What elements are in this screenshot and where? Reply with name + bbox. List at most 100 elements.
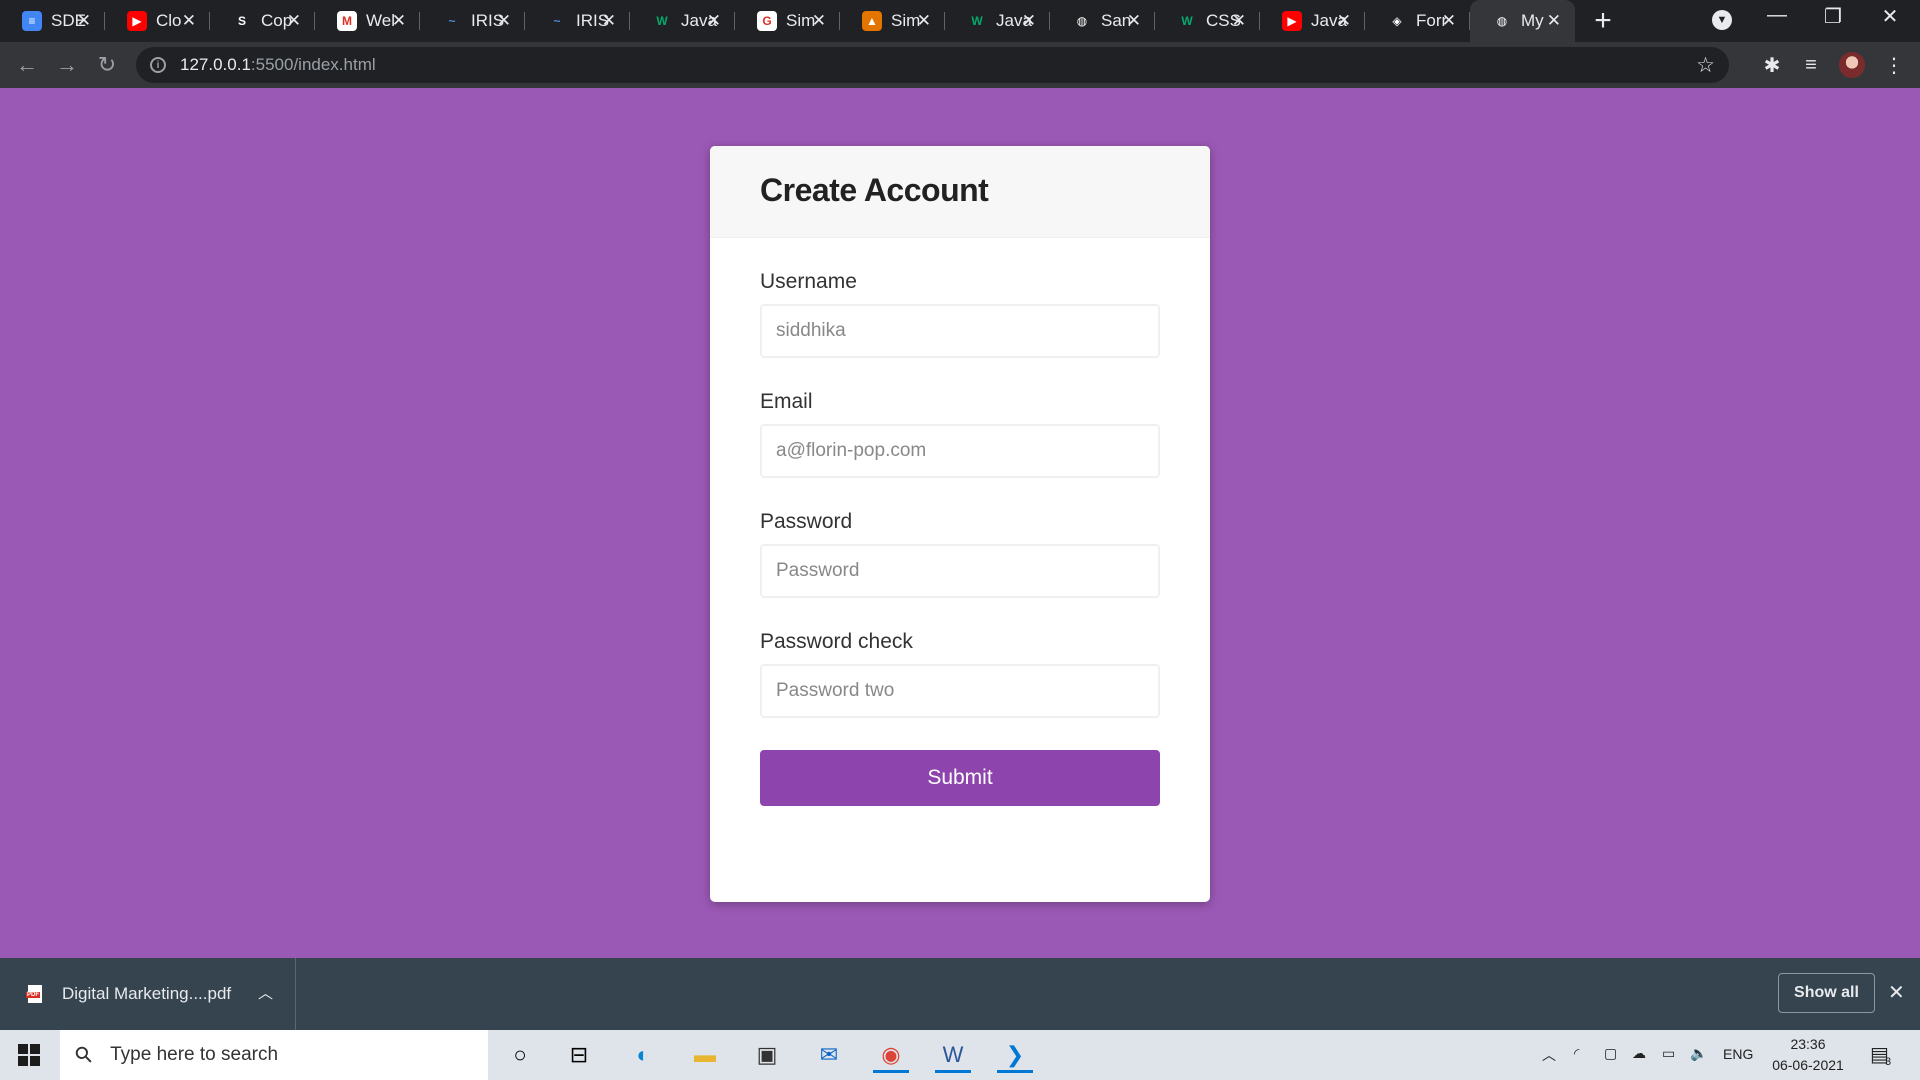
card-header: Create Account (710, 146, 1210, 238)
tab-close-icon[interactable]: ✕ (392, 11, 406, 31)
browser-tab[interactable]: S Cop ✕ (210, 0, 315, 42)
tab-close-icon[interactable]: ✕ (707, 11, 721, 31)
windows-start-icon[interactable] (18, 1044, 40, 1066)
globe-icon: ◍ (1072, 11, 1092, 31)
browser-tab[interactable]: ◈ Forr ✕ (1365, 0, 1470, 42)
cortana-icon[interactable]: ○ (502, 1037, 538, 1073)
iris-icon: ~ (547, 11, 567, 31)
browser-tab[interactable]: W Java ✕ (945, 0, 1050, 42)
create-account-form: Username Email Password Password check S… (710, 238, 1210, 806)
store-icon[interactable]: ▣ (749, 1037, 785, 1073)
tray-chevron-up-icon[interactable]: ︿ (1542, 1045, 1556, 1065)
browser-tab[interactable]: W CSS ✕ (1155, 0, 1260, 42)
browser-tab[interactable]: W Java ✕ (630, 0, 735, 42)
globe-icon: ◍ (1492, 11, 1512, 31)
search-placeholder: Type here to search (110, 1044, 279, 1065)
close-window-button[interactable]: ✕ (1862, 4, 1918, 29)
forward-icon[interactable]: → (52, 50, 82, 80)
docs-icon: ≡ (22, 11, 42, 31)
tab-close-icon[interactable]: ✕ (77, 11, 91, 31)
close-downloads-icon[interactable]: ✕ (1888, 980, 1905, 1005)
file-explorer-icon[interactable]: ▬ (687, 1037, 723, 1073)
menu-kebab-icon[interactable]: ⋮ (1880, 51, 1908, 79)
username-field: Username (760, 270, 1160, 358)
password-input[interactable] (760, 544, 1160, 598)
vscode-icon[interactable]: ❯ (997, 1037, 1033, 1073)
email-input[interactable] (760, 424, 1160, 478)
meet-icon[interactable]: ▢ (1604, 1045, 1617, 1062)
volume-icon[interactable]: 🔈 (1690, 1045, 1707, 1062)
tab-close-icon[interactable]: ✕ (1442, 11, 1456, 31)
password-check-field: Password check (760, 630, 1160, 718)
search-icon: ⚲ (69, 1040, 99, 1070)
downloads-bar: Digital Marketing....pdf ︿ Show all ✕ (0, 958, 1920, 1030)
youtube-icon: ▶ (127, 11, 147, 31)
download-item[interactable]: Digital Marketing....pdf ︿ (0, 958, 296, 1030)
browser-tab[interactable]: ~ IRIS ✕ (525, 0, 630, 42)
tab-close-icon[interactable]: ✕ (497, 11, 511, 31)
browser-tab[interactable]: ◍ San ✕ (1050, 0, 1155, 42)
tab-close-icon[interactable]: ✕ (287, 11, 301, 31)
browser-tab[interactable]: ▶ Java ✕ (1260, 0, 1365, 42)
browser-tab[interactable]: M Wel ✕ (315, 0, 420, 42)
browser-tab[interactable]: G Sim ✕ (735, 0, 840, 42)
profile-avatar[interactable] (1839, 52, 1865, 78)
taskbar-search-box[interactable]: ⚲ Type here to search (60, 1030, 488, 1080)
tab-close-icon[interactable]: ✕ (1232, 11, 1246, 31)
task-view-icon[interactable]: ⊟ (561, 1037, 597, 1073)
restore-button[interactable]: ❐ (1805, 4, 1861, 29)
pdf-file-icon (26, 985, 42, 1003)
clock-time: 23:36 (1790, 1036, 1826, 1052)
bookmark-star-icon[interactable]: ☆ (1696, 53, 1715, 78)
tab-close-icon[interactable]: ✕ (1547, 11, 1561, 31)
url-path: :5500/index.html (250, 55, 376, 74)
notification-count-badge: 3 (1885, 1056, 1892, 1068)
extensions-icon[interactable]: ✱ (1758, 51, 1786, 79)
system-clock[interactable]: 23:36 06-06-2021 (1763, 1034, 1853, 1076)
new-tab-button[interactable]: + (1589, 4, 1617, 38)
username-input[interactable] (760, 304, 1160, 358)
reload-icon[interactable]: ↻ (92, 50, 122, 80)
password-label: Password (760, 510, 853, 533)
tab-active[interactable]: ◍ My ✕ (1470, 0, 1575, 42)
edge-icon[interactable]: ◐ (625, 1037, 661, 1073)
tab-search-icon[interactable]: ▼ (1712, 10, 1732, 30)
tab-close-icon[interactable]: ✕ (1127, 11, 1141, 31)
iris-icon: ~ (442, 11, 462, 31)
browser-tab[interactable]: ~ IRIS ✕ (420, 0, 525, 42)
username-label: Username (760, 270, 857, 293)
language-indicator[interactable]: ENG (1723, 1046, 1753, 1062)
browser-tab[interactable]: ▲ Sim ✕ (840, 0, 945, 42)
mail-icon[interactable]: ✉ (811, 1037, 847, 1073)
submit-button[interactable]: Submit (760, 750, 1160, 806)
back-icon[interactable]: ← (12, 50, 42, 80)
tab-close-icon[interactable]: ✕ (1337, 11, 1351, 31)
w3schools-icon: W (967, 11, 987, 31)
tab-close-icon[interactable]: ✕ (917, 11, 931, 31)
browser-tab[interactable]: ▶ Clo ✕ (105, 0, 210, 42)
chevron-up-icon[interactable]: ︿ (258, 982, 273, 1003)
url-bar[interactable]: i 127.0.0.1:5500/index.html ☆ (136, 47, 1729, 83)
onedrive-cloud-icon[interactable]: ☁ (1632, 1045, 1646, 1062)
tab-close-icon[interactable]: ✕ (812, 11, 826, 31)
password-check-input[interactable] (760, 664, 1160, 718)
battery-icon[interactable]: ▭ (1662, 1045, 1675, 1062)
media-control-icon[interactable]: ≡ (1797, 51, 1825, 79)
tab-close-icon[interactable]: ✕ (182, 11, 196, 31)
info-icon[interactable]: i (150, 57, 166, 73)
google-icon: G (757, 11, 777, 31)
codepen-icon: ◈ (1387, 11, 1407, 31)
form-title: Create Account (760, 172, 989, 208)
minimize-button[interactable]: — (1749, 4, 1805, 27)
tab-close-icon[interactable]: ✕ (1022, 11, 1036, 31)
word-icon[interactable]: W (935, 1037, 971, 1073)
windows-taskbar: ⚲ Type here to search ○ ⊟ ◐ ▬ ▣ ✉ ◉ W ❯ … (0, 1030, 1920, 1080)
show-all-button[interactable]: Show all (1778, 973, 1875, 1013)
chrome-icon[interactable]: ◉ (873, 1037, 909, 1073)
browser-tab[interactable]: ≡ SDE ✕ (0, 0, 105, 42)
email-label: Email (760, 390, 813, 413)
address-toolbar: ← → ↻ i 127.0.0.1:5500/index.html ☆ ✱ ≡ … (0, 42, 1920, 88)
wifi-icon[interactable]: ◜ (1574, 1045, 1579, 1062)
url-text: 127.0.0.1:5500/index.html (180, 55, 376, 75)
tab-close-icon[interactable]: ✕ (602, 11, 616, 31)
